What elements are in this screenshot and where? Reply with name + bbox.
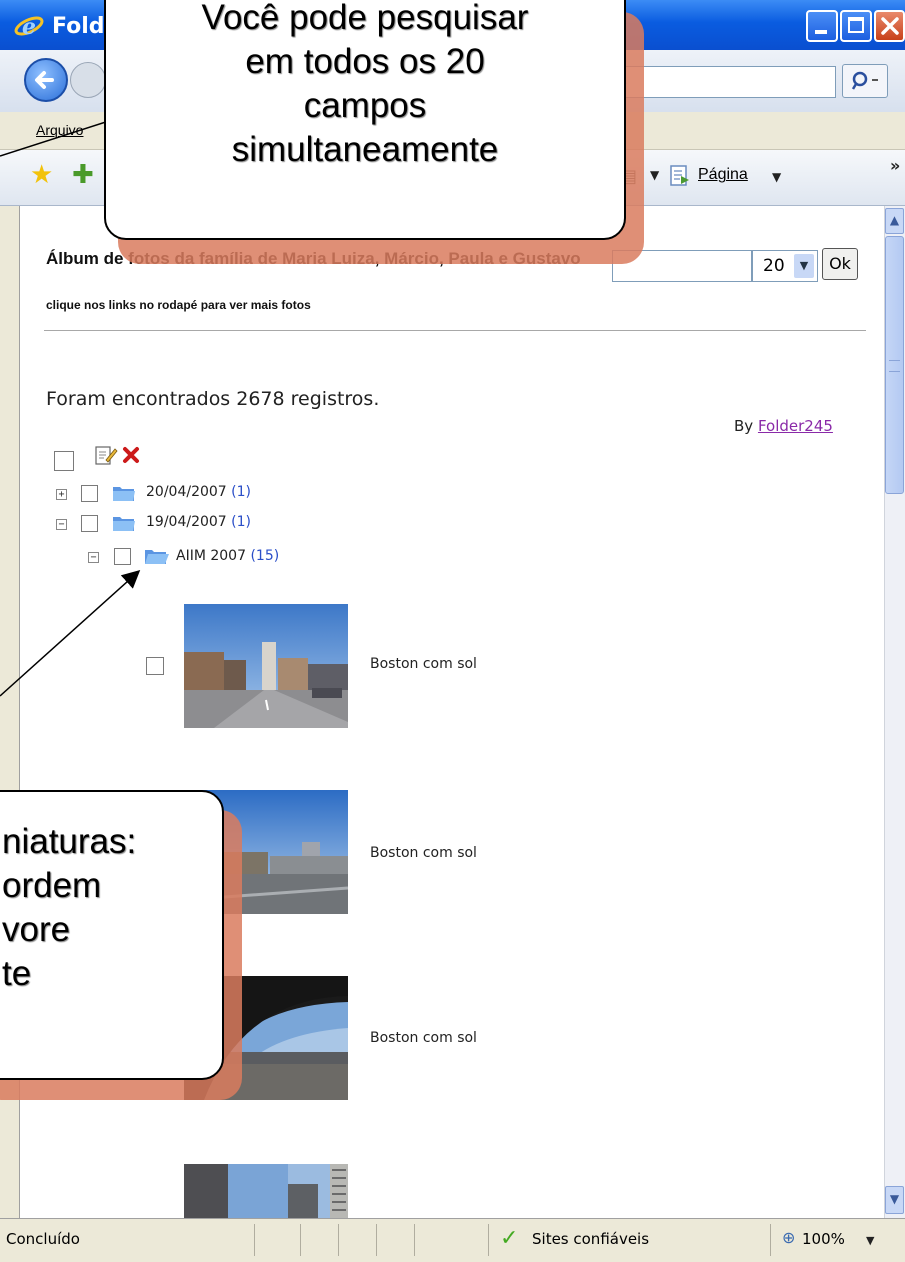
callout-text: Você pode pesquisar em todos os 20 campo… (201, 0, 529, 169)
callout-text: niaturas: ordem vore te (2, 822, 137, 993)
search-callout: Você pode pesquisar em todos os 20 campo… (104, 0, 626, 240)
thumbnail-callout: niaturas: ordem vore te (0, 790, 224, 1080)
